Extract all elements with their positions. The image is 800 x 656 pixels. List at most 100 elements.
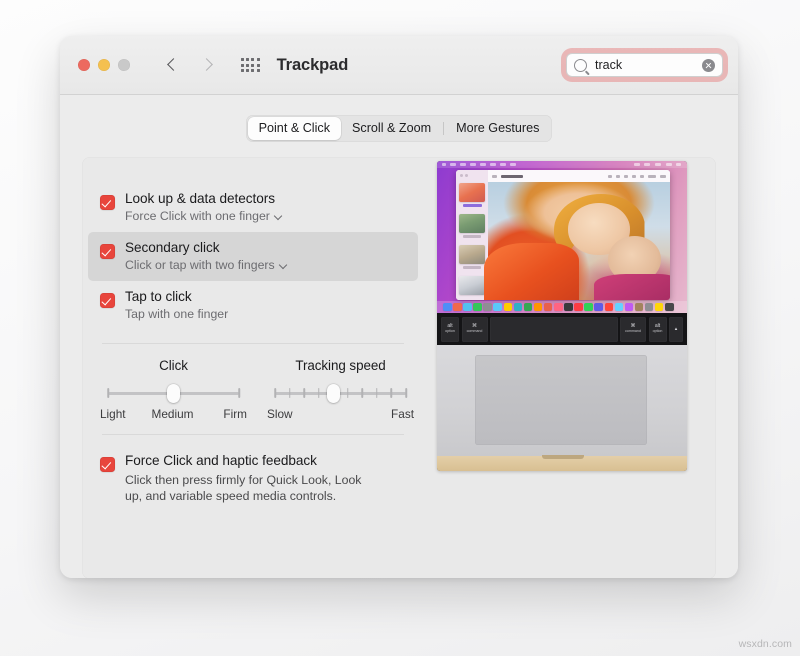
divider-above-force-click [102,434,404,435]
checkbox-secondary-click[interactable] [100,244,115,259]
slider-tick [107,388,109,398]
search-input[interactable]: track [595,58,702,72]
slider-label-light: Light [100,407,126,421]
option-row-secondary-click[interactable]: Secondary click Click or tap with two fi… [88,232,418,281]
dock-icon [655,303,664,312]
option-row-tap-to-click[interactable]: Tap to click Tap with one finger [88,281,418,330]
photo-thumbnail [459,245,485,264]
macbook-keyboard-row: altoption⌘command⌘commandaltoption▴ [437,313,687,345]
checkbox-force-click[interactable] [100,457,115,472]
chevron-down-icon[interactable] [280,262,287,269]
option-subtitle: Force Click with one finger [125,208,270,225]
keyboard-key [490,317,618,342]
option-subtitle-row: Tap with one finger [125,306,228,323]
trackpad-preview-image: altoption⌘command⌘commandaltoption▴ [437,161,687,471]
dock-icon [483,303,492,312]
tracking-speed-slider-thumb[interactable] [327,384,340,403]
click-slider-track-wrap[interactable] [108,384,239,402]
photo-thumbnail-label [463,235,481,238]
slider-label-medium: Medium [152,407,194,421]
force-click-texts: Force Click and haptic feedback Click th… [125,451,365,504]
dock-icon [453,303,462,312]
option-row-look-up[interactable]: Look up & data detectors Force Click wit… [88,183,418,232]
chevron-down-icon[interactable] [275,213,282,220]
dock-icon [625,303,634,312]
photo-content [488,182,670,300]
show-all-grid-icon[interactable] [241,58,260,71]
photo-thumbnail-label [463,266,481,269]
slider-tick [347,388,349,398]
macos-menubar [437,161,687,168]
close-button[interactable] [78,59,90,71]
dock-icon [605,303,614,312]
clear-search-icon[interactable] [702,59,715,72]
traffic-lights [78,59,130,71]
macbook-front-notch [542,455,584,459]
dock-icon [544,303,553,312]
photos-traffic-lights [460,174,468,177]
option-title: Tap to click [125,287,228,306]
option-texts: Secondary click Click or tap with two fi… [125,238,287,274]
settings-panel: Look up & data detectors Force Click wit… [82,157,716,578]
option-title: Secondary click [125,238,287,257]
tracking-speed-track-wrap[interactable] [275,384,406,402]
slider-tick [318,388,320,398]
screenshot-root: Trackpad track Point & Click Scroll & Zo… [0,0,800,656]
tab-point-and-click[interactable]: Point & Click [248,117,341,140]
dock-icon [463,303,472,312]
keyboard-key: ▴ [669,317,683,342]
checkbox-tap-to-click[interactable] [100,293,115,308]
force-click-description: Click then press firmly for Quick Look, … [125,472,365,504]
back-chevron-icon[interactable] [166,58,180,72]
sliders-section: Click Light Medium Fir [88,358,418,421]
dock-icon [584,303,593,312]
photo-thumbnail-label [463,204,482,207]
system-preferences-window: Trackpad track Point & Click Scroll & Zo… [60,36,738,578]
force-click-row[interactable]: Force Click and haptic feedback Click th… [88,451,418,504]
dock-icon [443,303,452,312]
keyboard-key: altoption [441,317,459,342]
photo-thumbnail [459,214,485,233]
slider-label-firm: Firm [223,407,247,421]
tab-more-gestures[interactable]: More Gestures [445,117,550,140]
keyboard-key: altoption [649,317,667,342]
option-texts: Look up & data detectors Force Click wit… [125,189,282,225]
window-titlebar: Trackpad track [60,36,738,95]
tab-scroll-and-zoom[interactable]: Scroll & Zoom [341,117,442,140]
dock-icon [574,303,583,312]
tracking-speed-slider-title: Tracking speed [263,358,418,373]
dock-icon [615,303,624,312]
zoom-button[interactable] [118,59,130,71]
search-field[interactable]: track [566,53,723,77]
click-slider-block: Click Light Medium Fir [96,358,251,421]
slider-tick [289,388,291,398]
click-slider-title: Click [96,358,251,373]
tab-bar: Point & Click Scroll & Zoom More Gesture… [246,115,553,142]
option-title: Look up & data detectors [125,189,282,208]
option-subtitle-row[interactable]: Force Click with one finger [125,208,282,225]
keyboard-key: ⌘command [462,317,488,342]
tracking-speed-track [275,392,406,395]
search-icon [574,59,587,72]
slider-label-fast: Fast [391,407,414,421]
slider-label-slow: Slow [267,407,293,421]
forward-chevron-icon[interactable] [200,58,214,72]
page-title: Trackpad [277,56,349,75]
photo-pink-top [594,274,670,300]
dock-icon [645,303,654,312]
tab-separator [443,122,444,135]
dock-icon [554,303,563,312]
click-slider-thumb[interactable] [167,384,180,403]
dock-icon [564,303,573,312]
photo-orange-jacket [484,243,579,300]
option-subtitle: Tap with one finger [125,306,228,323]
macbook-base [437,345,687,456]
macbook-screen [437,161,687,313]
minimize-button[interactable] [98,59,110,71]
photo-thumbnail [459,276,485,295]
dock-icon [514,303,523,312]
option-subtitle-row[interactable]: Click or tap with two fingers [125,257,287,274]
dock-icon [493,303,502,312]
tracking-speed-slider-block: Tracking speed [263,358,418,421]
checkbox-look-up[interactable] [100,195,115,210]
